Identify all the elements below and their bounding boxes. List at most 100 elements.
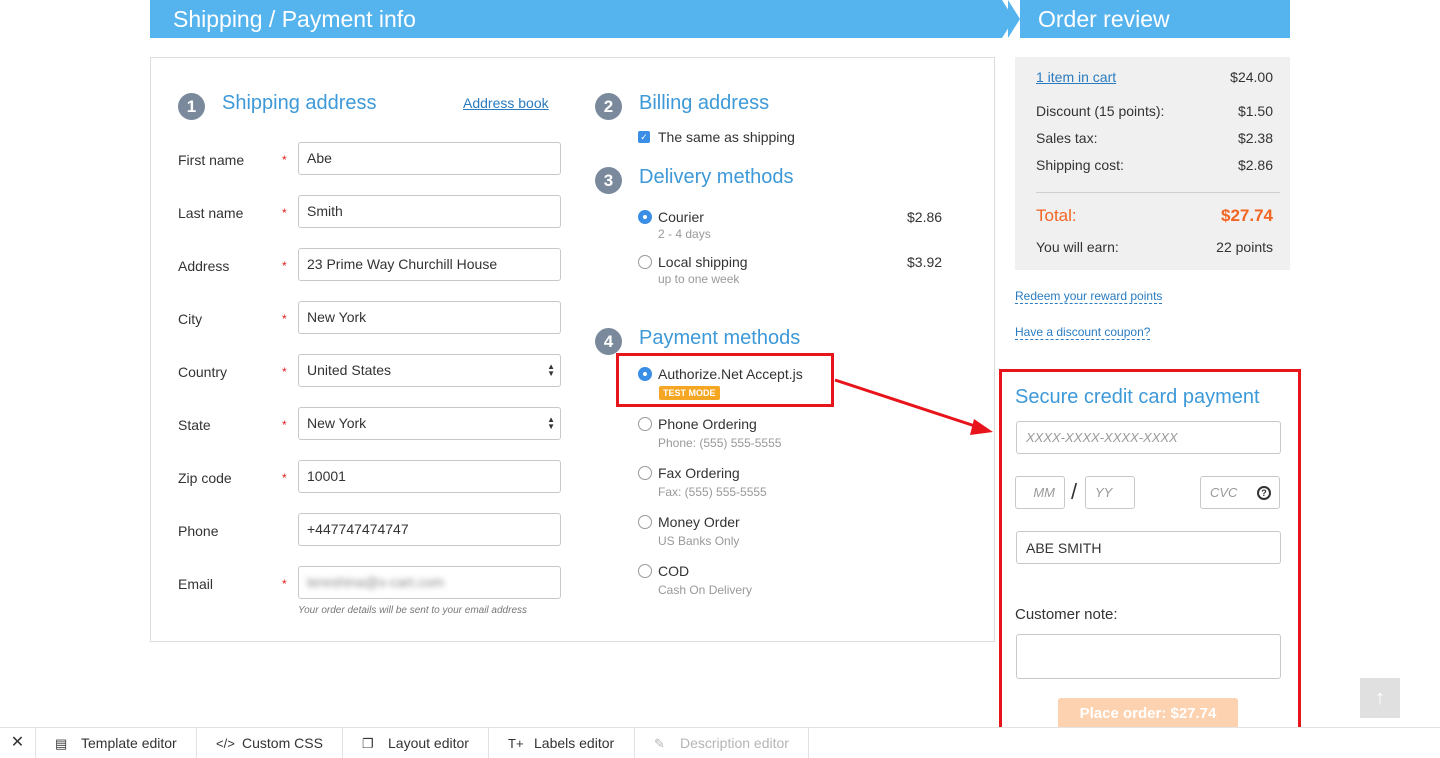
shipping-payment-title: Shipping / Payment info xyxy=(173,6,416,32)
phone-ordering-radio[interactable] xyxy=(638,417,652,431)
required-marker: * xyxy=(282,365,287,379)
local-shipping-price: $3.92 xyxy=(907,254,943,270)
template-icon: ▤ xyxy=(55,736,68,751)
summary-items-row: 1 item in cart $24.00 xyxy=(1036,69,1273,85)
editor-toolbar: ✕ ▤ Template editor </> Custom CSS ❐ Lay… xyxy=(0,727,1440,758)
close-toolbar-button[interactable]: ✕ xyxy=(0,728,36,758)
summary-divider xyxy=(1036,192,1280,193)
cod-radio[interactable] xyxy=(638,564,652,578)
step-2-badge: 2 xyxy=(595,93,622,120)
step-4-badge: 4 xyxy=(595,328,622,355)
zip-input[interactable]: 10001 xyxy=(298,460,561,493)
summary-earn-row: You will earn: 22 points xyxy=(1036,239,1273,255)
first-name-input[interactable]: Abe xyxy=(298,142,561,175)
step-1-badge: 1 xyxy=(178,93,205,120)
billing-address-title: Billing address xyxy=(639,92,770,114)
local-shipping-desc: up to one week xyxy=(658,272,740,286)
phone-ordering-desc: Phone: (555) 555-5555 xyxy=(658,436,782,450)
expiry-year-input[interactable]: YY xyxy=(1085,476,1135,509)
address-book-link[interactable]: Address book xyxy=(463,95,549,111)
summary-total-row: Total: $27.74 xyxy=(1036,206,1273,226)
card-number-input[interactable]: XXXX-XXXX-XXXX-XXXX xyxy=(1016,421,1281,454)
courier-radio[interactable] xyxy=(638,210,652,224)
money-order-label[interactable]: Money Order xyxy=(658,514,740,530)
courier-label[interactable]: Courier xyxy=(658,209,704,225)
phone-label: Phone xyxy=(178,523,219,539)
money-order-radio[interactable] xyxy=(638,515,652,529)
discount-value: $1.50 xyxy=(1237,103,1273,119)
state-label: State xyxy=(178,417,211,433)
required-marker: * xyxy=(282,206,287,220)
summary-shipping-row: Shipping cost: $2.86 xyxy=(1036,157,1273,173)
place-order-button[interactable]: Place order: $27.74 xyxy=(1058,698,1238,730)
same-as-shipping-label[interactable]: The same as shipping xyxy=(658,129,795,145)
delivery-methods-title: Delivery methods xyxy=(639,166,794,188)
cardholder-name-input[interactable]: ABE SMITH xyxy=(1016,531,1281,564)
same-as-shipping-checkbox[interactable]: ✓ xyxy=(638,131,650,143)
required-marker: * xyxy=(282,153,287,167)
last-name-input[interactable]: Smith xyxy=(298,195,561,228)
total-label: Total: xyxy=(1036,206,1077,225)
items-value: $24.00 xyxy=(1230,69,1273,85)
layout-editor-label: Layout editor xyxy=(388,735,469,751)
shipping-address-title: Shipping address xyxy=(222,92,377,114)
custom-css-label: Custom CSS xyxy=(242,735,323,751)
email-input[interactable]: tereshina@x-cart.com xyxy=(298,566,561,599)
layout-editor-button[interactable]: ❐ Layout editor xyxy=(343,728,489,758)
country-select-value: United States xyxy=(307,362,392,378)
required-marker: * xyxy=(282,471,287,485)
description-editor-label: Description editor xyxy=(680,735,789,751)
money-order-desc: US Banks Only xyxy=(658,534,740,548)
city-input[interactable]: New York xyxy=(298,301,561,334)
annotation-highlight-box xyxy=(616,353,834,407)
first-name-label: First name xyxy=(178,152,245,168)
phone-input[interactable]: +447747474747 xyxy=(298,513,561,546)
cvc-placeholder: CVC xyxy=(1210,485,1238,500)
address-input[interactable]: 23 Prime Way Churchill House xyxy=(298,248,561,281)
layout-icon: ❐ xyxy=(362,736,374,751)
labels-editor-label: Labels editor xyxy=(534,735,615,751)
state-select[interactable]: New York ▲ ▼ xyxy=(298,407,561,440)
earn-label: You will earn: xyxy=(1036,239,1119,255)
discount-coupon-link[interactable]: Have a discount coupon? xyxy=(1015,325,1151,340)
edit-icon: ✎ xyxy=(654,736,665,751)
state-select-value: New York xyxy=(307,415,367,431)
fax-ordering-radio[interactable] xyxy=(638,466,652,480)
tax-value: $2.38 xyxy=(1237,130,1273,146)
customer-note-textarea[interactable] xyxy=(1016,634,1281,679)
total-value: $27.74 xyxy=(1221,206,1273,225)
select-arrows-icon: ▲ ▼ xyxy=(547,362,555,378)
shipping-cost-value: $2.86 xyxy=(1237,157,1273,173)
phone-ordering-label[interactable]: Phone Ordering xyxy=(658,416,757,432)
order-review-header: Order review xyxy=(1008,0,1290,38)
help-icon[interactable]: ? xyxy=(1257,486,1271,500)
redeem-points-link[interactable]: Redeem your reward points xyxy=(1015,289,1163,304)
cvc-input[interactable]: CVC ? xyxy=(1200,476,1280,509)
cod-label[interactable]: COD xyxy=(658,563,689,579)
labels-editor-button[interactable]: T+ Labels editor xyxy=(489,728,635,758)
email-label: Email xyxy=(178,576,214,592)
local-shipping-label[interactable]: Local shipping xyxy=(658,254,748,270)
email-hint: Your order details will be sent to your … xyxy=(298,605,528,616)
summary-discount-row: Discount (15 points): $1.50 xyxy=(1036,103,1273,119)
credit-card-title: Secure credit card payment xyxy=(1015,386,1260,408)
template-editor-button[interactable]: ▤ Template editor xyxy=(36,728,197,758)
scroll-top-button[interactable]: ↑ xyxy=(1360,678,1400,718)
required-marker: * xyxy=(282,312,287,326)
template-editor-label: Template editor xyxy=(81,735,177,751)
courier-price: $2.86 xyxy=(907,209,943,225)
local-shipping-radio[interactable] xyxy=(638,255,652,269)
credit-card-payment-box: Secure credit card payment XXXX-XXXX-XXX… xyxy=(999,369,1301,739)
fax-ordering-desc: Fax: (555) 555-5555 xyxy=(658,485,767,499)
required-marker: * xyxy=(282,418,287,432)
city-label: City xyxy=(178,311,203,327)
custom-css-button[interactable]: </> Custom CSS xyxy=(197,728,343,758)
expiry-month-input[interactable]: MM xyxy=(1015,476,1065,509)
courier-desc: 2 - 4 days xyxy=(658,227,711,241)
required-marker: * xyxy=(282,259,287,273)
country-select[interactable]: United States ▲ ▼ xyxy=(298,354,561,387)
fax-ordering-label[interactable]: Fax Ordering xyxy=(658,465,740,481)
description-editor-button[interactable]: ✎ Description editor xyxy=(635,728,809,758)
items-in-cart-link[interactable]: 1 item in cart xyxy=(1036,69,1116,85)
shipping-payment-header: Shipping / Payment info xyxy=(150,0,1014,38)
